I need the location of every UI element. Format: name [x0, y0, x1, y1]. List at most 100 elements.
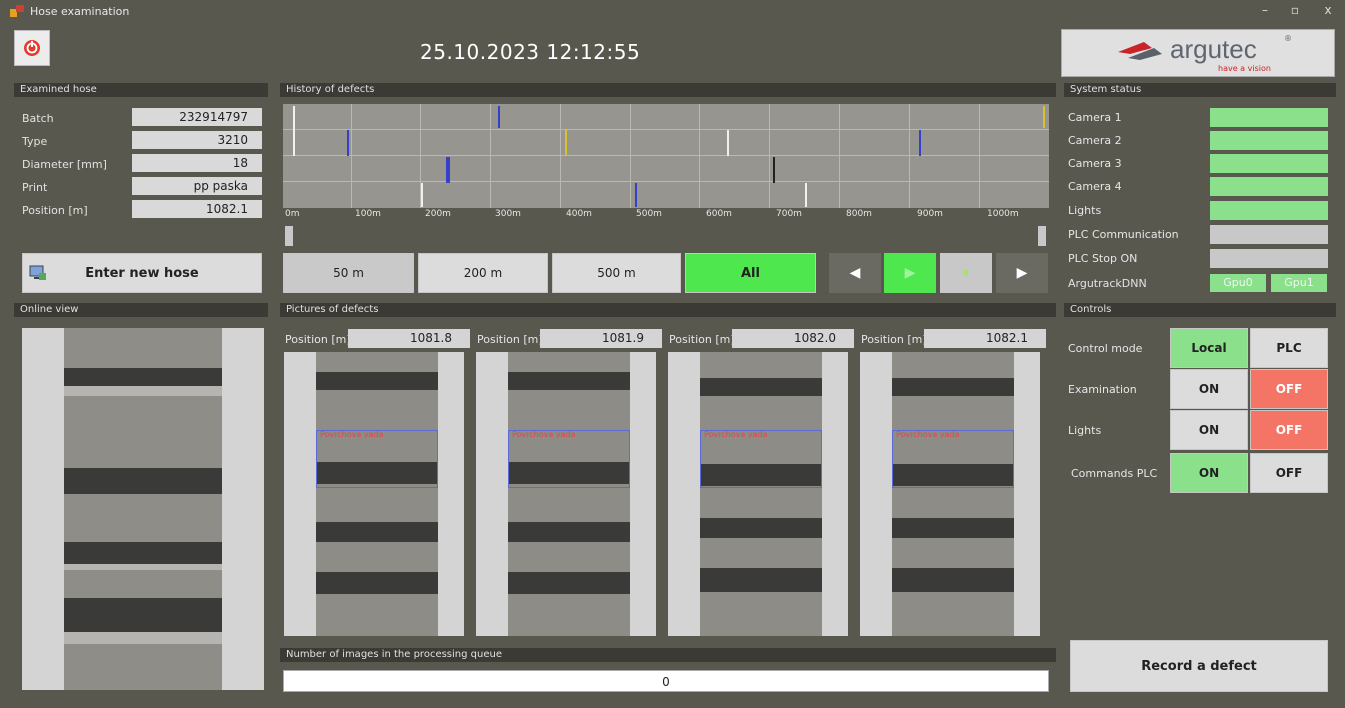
- queue-header: Number of images in the processing queue: [280, 648, 1056, 662]
- online-view-header: Online view: [14, 303, 268, 317]
- enter-new-hose-button[interactable]: Enter new hose: [22, 253, 262, 293]
- range-50m-button[interactable]: 50 m: [283, 253, 414, 293]
- axis-tick: 1000m: [987, 209, 1019, 219]
- axis-tick: 500m: [636, 209, 662, 219]
- diameter-value: 18: [132, 154, 262, 172]
- history-scrollbar[interactable]: [283, 224, 1049, 248]
- defect-mark[interactable]: [498, 106, 500, 128]
- window-title: Hose examination: [30, 5, 130, 18]
- range-200m-button[interactable]: 200 m: [418, 253, 548, 293]
- logo: argutec ® have a vision: [1061, 29, 1335, 77]
- picture-1-position-value: 1081.8: [348, 329, 470, 348]
- play-icon: ▶: [904, 265, 916, 281]
- picture-2-position-label: Position [m]: [477, 333, 543, 346]
- defect-mark[interactable]: [565, 130, 567, 156]
- axis-tick: 900m: [917, 209, 943, 219]
- pictures-header: Pictures of defects: [280, 303, 1056, 317]
- pause-icon: ⏸: [962, 265, 970, 281]
- commands-plc-on-button[interactable]: ON: [1170, 453, 1248, 493]
- commands-plc-off-button[interactable]: OFF: [1250, 453, 1328, 493]
- examination-off-button[interactable]: OFF: [1250, 369, 1328, 409]
- lights-on-button[interactable]: ON: [1170, 410, 1248, 450]
- position-value: 1082.1: [132, 200, 262, 218]
- range-500m-button[interactable]: 500 m: [552, 253, 681, 293]
- power-button[interactable]: [14, 30, 50, 66]
- history-header: History of defects: [280, 83, 1056, 97]
- type-label: Type: [22, 135, 48, 148]
- defect-label: Povrchova vada: [704, 430, 768, 439]
- defect-mark[interactable]: [919, 130, 921, 156]
- restore-button[interactable]: ▫: [1285, 3, 1305, 17]
- defect-picture-1[interactable]: Povrchova vada: [284, 352, 464, 636]
- status-camera-2: Camera 2: [1068, 131, 1328, 150]
- next-button[interactable]: ▶: [996, 253, 1048, 293]
- online-view-image: [22, 328, 264, 690]
- axis-tick: 0m: [285, 209, 300, 219]
- batch-label: Batch: [22, 112, 54, 125]
- picture-3-position-value: 1082.0: [732, 329, 854, 348]
- lights-off-button[interactable]: OFF: [1250, 410, 1328, 450]
- dnn-label: ArgutrackDNN: [1068, 277, 1147, 290]
- status-camera-1: Camera 1: [1068, 108, 1328, 127]
- logo-tagline: have a vision: [1218, 64, 1271, 73]
- defect-picture-4[interactable]: Povrchova vada: [860, 352, 1040, 636]
- gpu1-indicator: Gpu1: [1271, 274, 1327, 292]
- picture-3-position-label: Position [m]: [669, 333, 735, 346]
- defect-label: Povrchova vada: [512, 430, 576, 439]
- commands-plc-label: Commands PLC: [1071, 467, 1158, 480]
- status-camera-4: Camera 4: [1068, 177, 1328, 196]
- pause-button[interactable]: ⏸: [940, 253, 992, 293]
- close-button[interactable]: x: [1318, 3, 1338, 17]
- logo-registered: ®: [1284, 34, 1292, 43]
- logo-text: argutec: [1170, 34, 1257, 64]
- chevron-right-icon: ▶: [1016, 265, 1028, 281]
- enter-new-hose-label: Enter new hose: [85, 265, 199, 281]
- defect-mark[interactable]: [446, 157, 450, 183]
- picture-4-position-label: Position [m]: [861, 333, 927, 346]
- axis-tick: 700m: [776, 209, 802, 219]
- axis-tick: 200m: [425, 209, 451, 219]
- defect-label: Povrchova vada: [320, 430, 384, 439]
- position-label: Position [m]: [22, 204, 88, 217]
- type-value: 3210: [132, 131, 262, 149]
- power-icon: [24, 40, 40, 56]
- defect-mark[interactable]: [293, 106, 295, 156]
- defect-picture-2[interactable]: Povrchova vada: [476, 352, 656, 636]
- diameter-label: Diameter [mm]: [22, 158, 107, 171]
- control-mode-local-button[interactable]: Local: [1170, 328, 1248, 368]
- logo-mark-icon: [1118, 42, 1162, 60]
- axis-tick: 300m: [495, 209, 521, 219]
- minimize-button[interactable]: –: [1255, 3, 1275, 17]
- examination-on-button[interactable]: ON: [1170, 369, 1248, 409]
- queue-count: 0: [283, 670, 1049, 692]
- axis-tick: 600m: [706, 209, 732, 219]
- play-button[interactable]: ▶: [884, 253, 936, 293]
- picture-4-position-value: 1082.1: [924, 329, 1046, 348]
- history-chart[interactable]: 0m 100m 200m 300m 400m 500m 600m 700m 80…: [283, 104, 1049, 219]
- gpu0-indicator: Gpu0: [1210, 274, 1266, 292]
- defect-mark[interactable]: [727, 130, 729, 156]
- axis-tick: 800m: [846, 209, 872, 219]
- print-value: pp paska: [132, 177, 262, 195]
- defect-mark[interactable]: [805, 183, 807, 207]
- controls-header: Controls: [1064, 303, 1336, 317]
- range-all-button[interactable]: All: [685, 253, 816, 293]
- status-lights: Lights: [1068, 201, 1328, 220]
- print-label: Print: [22, 181, 48, 194]
- prev-button[interactable]: ◀: [829, 253, 881, 293]
- defect-mark[interactable]: [1043, 106, 1045, 128]
- defect-mark[interactable]: [347, 130, 349, 156]
- status-plc-stop: PLC Stop ON: [1068, 249, 1328, 268]
- app-icon: [10, 5, 24, 17]
- defect-mark[interactable]: [773, 157, 775, 183]
- defect-mark[interactable]: [421, 183, 423, 207]
- datetime: 25.10.2023 12:12:55: [420, 40, 641, 64]
- defect-picture-3[interactable]: Povrchova vada: [668, 352, 848, 636]
- control-mode-label: Control mode: [1068, 342, 1143, 355]
- control-mode-plc-button[interactable]: PLC: [1250, 328, 1328, 368]
- record-defect-button[interactable]: Record a defect: [1070, 640, 1328, 692]
- batch-value: 232914797: [132, 108, 262, 126]
- picture-2-position-value: 1081.9: [540, 329, 662, 348]
- monitor-icon: [29, 265, 46, 280]
- defect-mark[interactable]: [635, 183, 637, 207]
